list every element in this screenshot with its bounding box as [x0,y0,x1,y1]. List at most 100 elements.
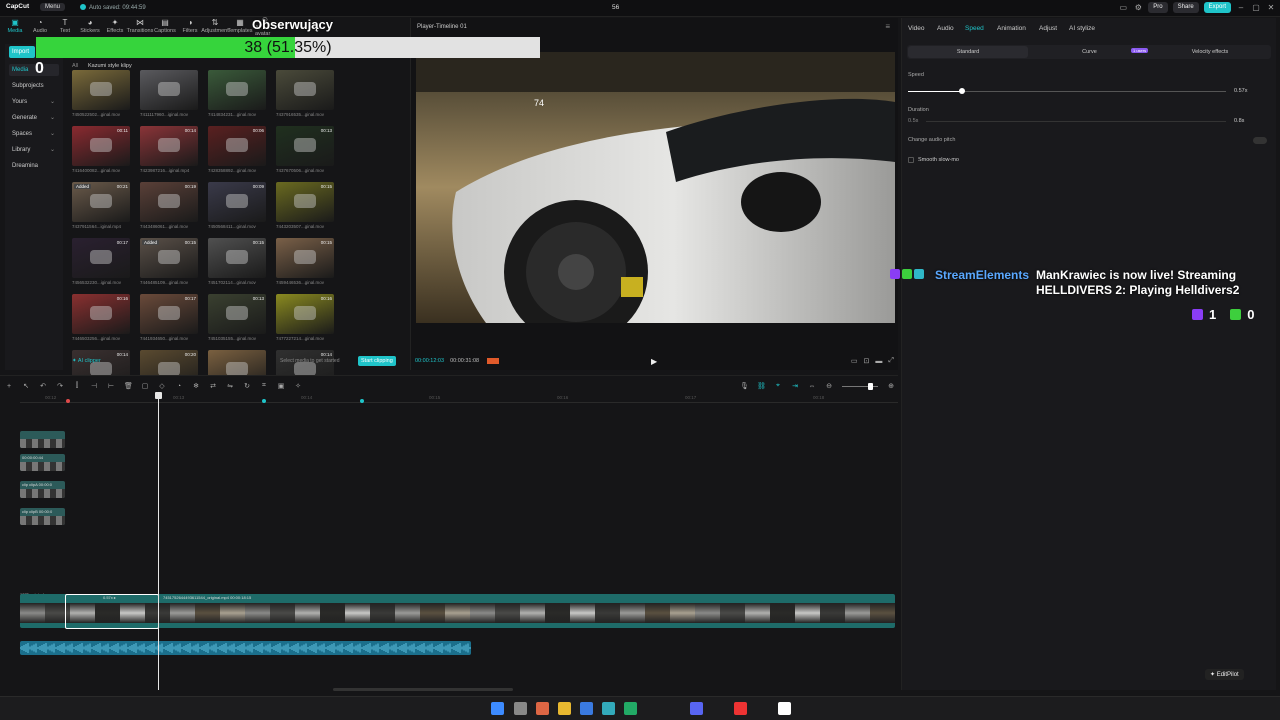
timeline-marker[interactable] [360,399,364,403]
redo-icon[interactable]: ↷ [56,382,64,390]
minimize-icon[interactable]: – [1236,3,1246,13]
tab-text[interactable]: T Text [55,18,75,34]
segment-standard[interactable]: Standard [908,46,1028,58]
sidebar-item-dreamina[interactable]: Dreamina [9,160,59,172]
tab-media[interactable]: ▣ Media [5,18,25,34]
player-menu-icon[interactable]: ≡ [885,22,890,31]
media-thumbnail[interactable]: 00:21 Added [72,182,130,222]
tab-adjustment[interactable]: ⇅ Adjustment [201,18,229,34]
split-left-icon[interactable]: ⊣ [90,382,98,390]
project-name[interactable]: 56 [612,4,619,11]
media-thumbnail[interactable]: 00:19 [140,182,198,222]
timeline-marker[interactable] [262,399,266,403]
overlay-clip[interactable]: 00:00:00:44 [20,454,65,471]
tab-stickers[interactable]: ◕ Stickers [80,18,100,34]
zoom-handle[interactable] [868,382,873,390]
crop-icon[interactable]: ⊡ [864,357,870,365]
capcut-icon[interactable] [778,702,791,715]
split-icon[interactable]: ⫿ [73,382,81,390]
speed-icon[interactable]: ◔ [175,383,183,390]
editpilot-button[interactable]: ✦ EditPilot [1205,669,1244,680]
mask-icon[interactable]: ▢ [141,382,149,390]
tab-templates[interactable]: ▦ Templates [227,18,252,34]
media-thumbnail[interactable]: 00:13 [208,294,266,334]
link-icon[interactable]: ⛓ [757,382,766,390]
media-thumbnail[interactable] [140,70,198,110]
audio-pitch-toggle[interactable] [1253,137,1267,144]
rotate-icon[interactable]: ↻ [243,382,251,390]
overlay-clip[interactable]: clip clipB 00:00:0 [20,508,65,525]
audio-track[interactable] [19,641,471,655]
segment-curve[interactable]: Curve [1032,46,1147,58]
store-icon[interactable] [580,702,593,715]
fit-icon[interactable]: ▭ [851,357,858,365]
file-explorer-icon[interactable] [558,702,571,715]
tab-audio[interactable]: ◔ Audio [30,18,50,34]
duration-to[interactable]: 0.8s [1234,118,1244,124]
mirror-icon[interactable]: ⇋ [226,382,234,390]
media-thumbnail[interactable]: 00:15 [276,182,334,222]
playhead-handle[interactable] [155,392,162,399]
mic-icon[interactable]: 🎙 [740,382,749,390]
discord-icon[interactable] [690,702,703,715]
export-button[interactable]: Export [1203,2,1231,13]
speed-value[interactable]: 0.57x [1234,88,1247,94]
app-icon[interactable] [602,702,615,715]
media-thumbnail[interactable]: 00:11 [72,126,130,166]
settings-icon[interactable]: ⚙ [1133,3,1143,13]
tab-filters[interactable]: ◑ Filters [180,18,200,34]
tab-audio[interactable]: Audio [937,25,954,32]
sidebar-item-media[interactable]: Media [9,64,59,76]
media-thumbnail[interactable]: 00:14 [140,126,198,166]
pro-button[interactable]: Pro [1148,2,1168,13]
edge-icon[interactable] [624,702,637,715]
windows-start-icon[interactable] [491,702,504,715]
effect-icon[interactable]: ✧ [294,382,302,390]
media-thumbnail[interactable]: 00:09 [208,182,266,222]
media-thumbnail[interactable]: 00:13 [276,126,334,166]
zoom-in-icon[interactable]: ⊕ [887,382,895,390]
playhead[interactable] [155,392,162,690]
snap-icon[interactable]: ⌖ [774,382,782,390]
media-thumbnail[interactable]: 00:17 [140,294,198,334]
media-thumbnail[interactable]: 00:17 [72,238,130,278]
segment-velocity[interactable]: Velocity effects [1152,46,1268,58]
media-thumbnail[interactable]: 00:15 [208,238,266,278]
overlay-clip[interactable] [20,431,65,448]
transform-icon[interactable]: ▣ [277,382,285,390]
tab-captions[interactable]: ▤ Captions [154,18,176,34]
tab-speed[interactable]: Speed [965,25,984,32]
media-thumbnail[interactable]: 00:06 [208,126,266,166]
marker-icon[interactable]: ◇ [158,382,166,390]
overlay-clip[interactable]: clip clipA 00:00:0 [20,481,65,498]
layout-icon[interactable]: ▭ [1118,3,1128,13]
time-ruler[interactable]: 00:12 00:13 00:14 00:15 00:16 00:17 00:18 [20,393,898,403]
timeline-marker[interactable] [66,399,70,403]
zoom-slider[interactable] [842,382,878,390]
media-thumbnail[interactable]: 00:16 [276,294,334,334]
crop-tool-icon[interactable]: ⌗ [260,382,268,390]
tab-transitions[interactable]: ⋈ Transitions [127,18,154,34]
sidebar-item-yours[interactable]: Yours ⌄ [9,96,59,108]
tiktok-icon[interactable] [734,702,747,715]
delete-icon[interactable]: 🗑 [124,382,133,390]
tab-ai-stylize[interactable]: AI stylize [1069,25,1095,32]
freeze-icon[interactable]: ❄ [192,382,200,390]
tab-effects[interactable]: ✦ Effects [105,18,125,34]
tab-adjust[interactable]: Adjust [1039,25,1057,32]
media-thumbnail[interactable] [72,70,130,110]
selected-clip[interactable] [65,594,159,629]
tab-video[interactable]: Video [908,25,925,32]
sidebar-item-spaces[interactable]: Spaces ⌄ [9,128,59,140]
split-right-icon[interactable]: ⊢ [107,382,115,390]
media-thumbnail[interactable]: 00:16 [72,294,130,334]
reverse-icon[interactable]: ⇄ [209,382,217,390]
close-icon[interactable]: ✕ [1266,3,1276,13]
maximize-icon[interactable]: ▢ [1251,3,1261,13]
zoom-fit-icon[interactable]: ⇔ [808,383,816,390]
start-clipping-button[interactable]: Start clipping [358,356,396,366]
add-track-icon[interactable]: + [5,383,13,390]
import-button[interactable]: Import [9,46,35,58]
sidebar-item-generate[interactable]: Generate ⌄ [9,112,59,124]
speed-slider-handle[interactable] [959,88,966,94]
